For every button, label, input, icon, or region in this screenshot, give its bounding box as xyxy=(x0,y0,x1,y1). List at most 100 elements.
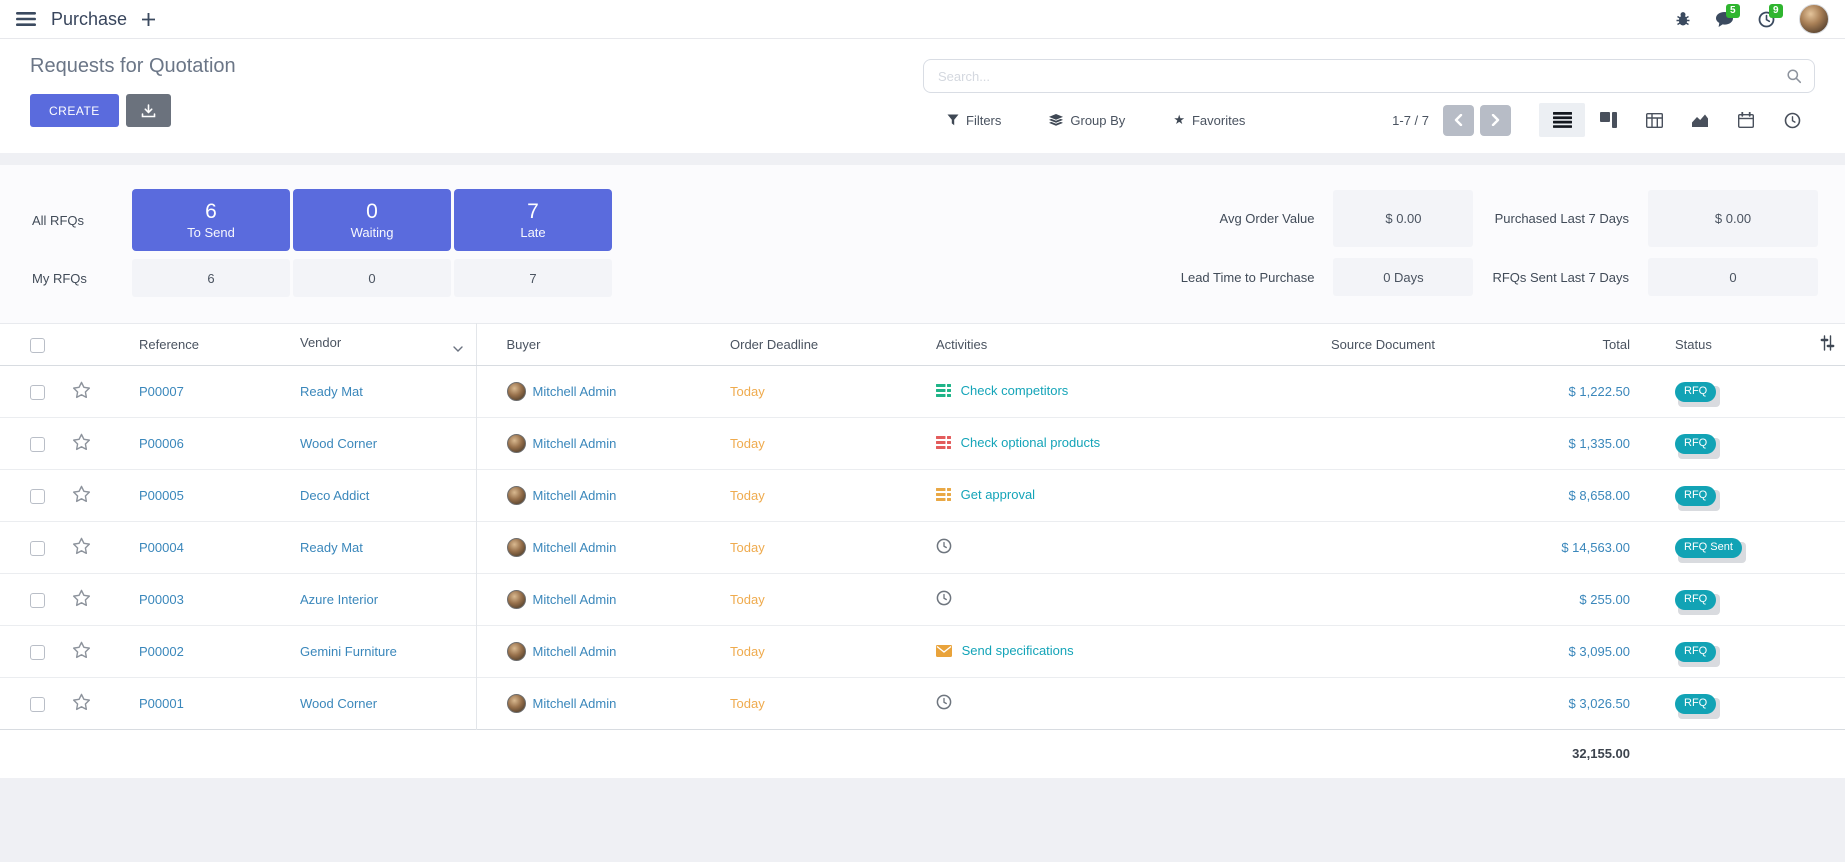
activity-label[interactable]: Check optional products xyxy=(961,435,1100,450)
buyer-link[interactable]: Mitchell Admin xyxy=(533,644,617,659)
late-button[interactable]: 7 Late xyxy=(454,189,612,251)
row-total: $ 3,095.00 xyxy=(1569,644,1630,659)
activity-view-button[interactable] xyxy=(1769,103,1815,137)
my-to-send-value[interactable]: 6 xyxy=(132,259,290,297)
table-row[interactable]: P00001 Wood Corner Mitchell Admin Today … xyxy=(0,678,1845,730)
select-all-checkbox[interactable] xyxy=(30,338,45,353)
vendor-link[interactable]: Wood Corner xyxy=(300,696,377,711)
vendor-link[interactable]: Ready Mat xyxy=(300,384,363,399)
group-by-button[interactable]: Group By xyxy=(1043,111,1131,129)
row-checkbox[interactable] xyxy=(30,697,45,712)
search-icon[interactable] xyxy=(1786,68,1802,84)
column-header-buyer[interactable]: Buyer xyxy=(476,324,711,366)
column-header-reference[interactable]: Reference xyxy=(106,324,266,366)
activities-clock-icon[interactable]: 9 xyxy=(1758,11,1775,28)
search-input[interactable] xyxy=(936,68,1786,85)
app-name[interactable]: Purchase xyxy=(51,9,127,30)
activity-cell[interactable]: Check optional products xyxy=(916,418,1251,470)
table-row[interactable]: P00004 Ready Mat Mitchell Admin Today $ … xyxy=(0,522,1845,574)
favorite-star-icon[interactable] xyxy=(72,589,91,607)
my-waiting-value[interactable]: 0 xyxy=(293,259,451,297)
column-header-order-deadline[interactable]: Order Deadline xyxy=(711,324,916,366)
debug-bug-icon[interactable] xyxy=(1675,11,1691,27)
row-checkbox[interactable] xyxy=(30,645,45,660)
favorite-star-icon[interactable] xyxy=(72,433,91,451)
row-checkbox[interactable] xyxy=(30,593,45,608)
buyer-link[interactable]: Mitchell Admin xyxy=(533,384,617,399)
row-checkbox[interactable] xyxy=(30,385,45,400)
buyer-link[interactable]: Mitchell Admin xyxy=(533,696,617,711)
table-row[interactable]: P00003 Azure Interior Mitchell Admin Tod… xyxy=(0,574,1845,626)
calendar-view-button[interactable] xyxy=(1723,103,1769,137)
reference-link[interactable]: P00001 xyxy=(139,696,184,711)
favorite-star-icon[interactable] xyxy=(72,641,91,659)
activity-list-icon[interactable] xyxy=(936,436,951,452)
buyer-link[interactable]: Mitchell Admin xyxy=(533,540,617,555)
to-send-button[interactable]: 6 To Send xyxy=(132,189,290,251)
pager-next-button[interactable] xyxy=(1480,105,1511,136)
vendor-link[interactable]: Ready Mat xyxy=(300,540,363,555)
vendor-link[interactable]: Deco Addict xyxy=(300,488,369,503)
buyer-link[interactable]: Mitchell Admin xyxy=(533,436,617,451)
apps-menu-icon[interactable] xyxy=(16,11,36,27)
activity-envelope-icon[interactable] xyxy=(936,645,952,660)
search-box[interactable] xyxy=(923,59,1815,93)
vendor-link[interactable]: Azure Interior xyxy=(300,592,378,607)
reference-link[interactable]: P00007 xyxy=(139,384,184,399)
my-late-value[interactable]: 7 xyxy=(454,259,612,297)
messages-icon[interactable]: 5 xyxy=(1715,11,1734,28)
reference-link[interactable]: P00003 xyxy=(139,592,184,607)
reference-link[interactable]: P00006 xyxy=(139,436,184,451)
activity-list-icon[interactable] xyxy=(936,384,951,400)
activity-label[interactable]: Get approval xyxy=(961,487,1035,502)
export-button[interactable] xyxy=(126,94,171,127)
reference-link[interactable]: P00004 xyxy=(139,540,184,555)
buyer-link[interactable]: Mitchell Admin xyxy=(533,592,617,607)
column-header-status[interactable]: Status xyxy=(1665,324,1810,366)
activity-label[interactable]: Check competitors xyxy=(961,383,1069,398)
reference-link[interactable]: P00005 xyxy=(139,488,184,503)
favorite-star-icon[interactable] xyxy=(72,537,91,555)
pivot-view-button[interactable] xyxy=(1631,103,1677,137)
optional-columns-button[interactable] xyxy=(1810,324,1845,366)
filters-button[interactable]: Filters xyxy=(941,111,1007,129)
waiting-button[interactable]: 0 Waiting xyxy=(293,189,451,251)
favorite-star-icon[interactable] xyxy=(72,485,91,503)
activity-cell[interactable] xyxy=(916,574,1251,626)
table-row[interactable]: P00007 Ready Mat Mitchell Admin Today Ch… xyxy=(0,366,1845,418)
column-header-vendor[interactable]: Vendor xyxy=(266,324,476,366)
activity-cell[interactable]: Check competitors xyxy=(916,366,1251,418)
activity-list-icon[interactable] xyxy=(936,488,951,504)
vendor-link[interactable]: Gemini Furniture xyxy=(300,644,397,659)
graph-view-button[interactable] xyxy=(1677,103,1723,137)
activity-cell[interactable]: Send specifications xyxy=(916,626,1251,678)
activity-cell[interactable]: Get approval xyxy=(916,470,1251,522)
favorites-button[interactable]: ★ Favorites xyxy=(1167,111,1251,129)
pager-previous-button[interactable] xyxy=(1443,105,1474,136)
reference-link[interactable]: P00002 xyxy=(139,644,184,659)
favorite-star-icon[interactable] xyxy=(72,381,91,399)
buyer-link[interactable]: Mitchell Admin xyxy=(533,488,617,503)
table-row[interactable]: P00005 Deco Addict Mitchell Admin Today … xyxy=(0,470,1845,522)
plus-icon[interactable] xyxy=(142,13,155,26)
activity-clock-icon[interactable] xyxy=(936,694,952,713)
column-header-total[interactable]: Total xyxy=(1515,324,1665,366)
list-view-button[interactable] xyxy=(1539,103,1585,137)
kanban-view-button[interactable] xyxy=(1585,103,1631,137)
row-checkbox[interactable] xyxy=(30,489,45,504)
table-row[interactable]: P00006 Wood Corner Mitchell Admin Today … xyxy=(0,418,1845,470)
activity-cell[interactable] xyxy=(916,678,1251,730)
create-button[interactable]: CREATE xyxy=(30,94,119,127)
column-header-source-document[interactable]: Source Document xyxy=(1251,324,1515,366)
vendor-link[interactable]: Wood Corner xyxy=(300,436,377,451)
activity-cell[interactable] xyxy=(916,522,1251,574)
user-avatar[interactable] xyxy=(1799,4,1829,34)
activity-clock-icon[interactable] xyxy=(936,538,952,557)
activity-clock-icon[interactable] xyxy=(936,590,952,609)
column-header-activities[interactable]: Activities xyxy=(916,324,1251,366)
row-checkbox[interactable] xyxy=(30,437,45,452)
row-checkbox[interactable] xyxy=(30,541,45,556)
table-row[interactable]: P00002 Gemini Furniture Mitchell Admin T… xyxy=(0,626,1845,678)
favorite-star-icon[interactable] xyxy=(72,693,91,711)
activity-label[interactable]: Send specifications xyxy=(962,643,1074,658)
